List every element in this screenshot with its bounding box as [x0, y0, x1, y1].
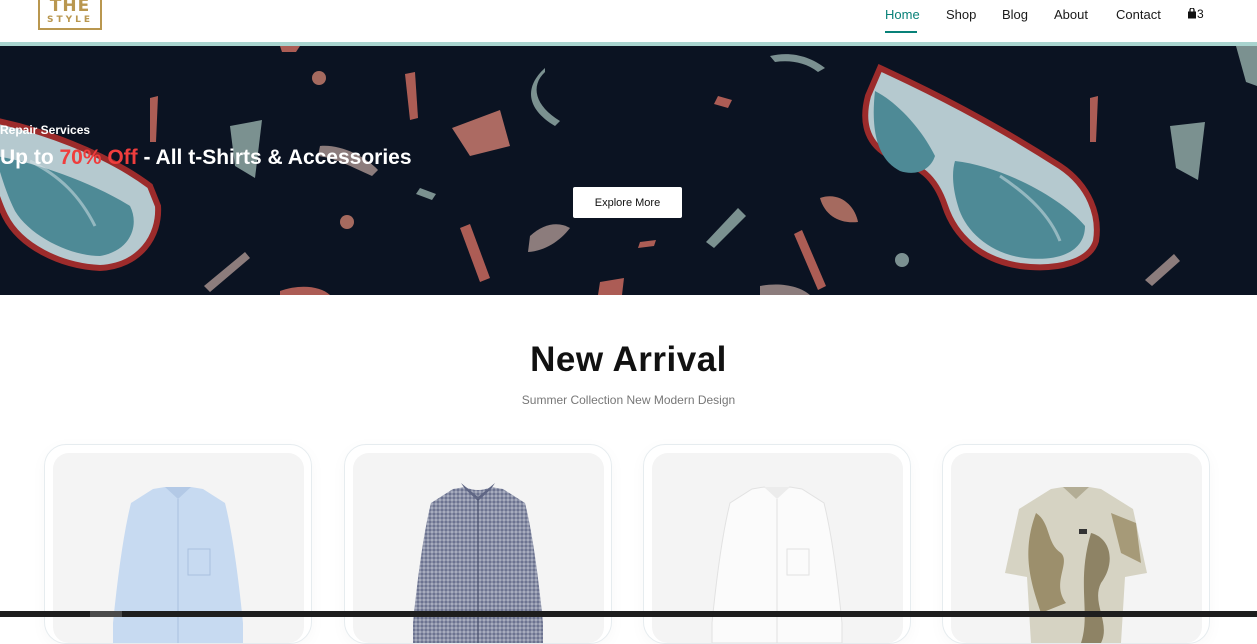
- section-subtitle: Summer Collection New Modern Design: [521, 393, 736, 407]
- site-header: THE STYLE Home Shop Blog About Contact 3: [0, 0, 1257, 42]
- cart-count: 3: [1197, 7, 1204, 21]
- hero-subtitle: Repair Services: [0, 123, 91, 137]
- main-nav: Home Shop Blog About Contact 3: [0, 7, 1257, 33]
- hero-background-art: [0, 46, 1257, 295]
- nav-about[interactable]: About: [1054, 7, 1088, 22]
- shopping-bag-icon: [1188, 7, 1196, 19]
- horizontal-scrollbar[interactable]: [0, 611, 1257, 617]
- nav-home[interactable]: Home: [885, 7, 920, 22]
- nav-blog[interactable]: Blog: [1002, 7, 1028, 22]
- headline-suffix: - All t-Shirts & Accessories: [137, 146, 412, 169]
- cart-link[interactable]: 3: [1187, 7, 1204, 21]
- scrollbar-thumb[interactable]: [90, 611, 122, 617]
- active-nav-indicator: [885, 31, 917, 33]
- headline-highlight: 70% Off: [59, 146, 138, 169]
- explore-more-button[interactable]: Explore More: [573, 187, 682, 218]
- nav-shop[interactable]: Shop: [946, 7, 976, 22]
- section-title: New Arrival: [530, 340, 727, 379]
- hero-headline: Up to 70% Off - All t-Shirts & Accessori…: [0, 146, 1257, 170]
- nav-contact[interactable]: Contact: [1116, 7, 1161, 22]
- hero-banner: Repair Services Up to 70% Off - All t-Sh…: [0, 46, 1257, 295]
- headline-prefix: Up to: [0, 146, 60, 169]
